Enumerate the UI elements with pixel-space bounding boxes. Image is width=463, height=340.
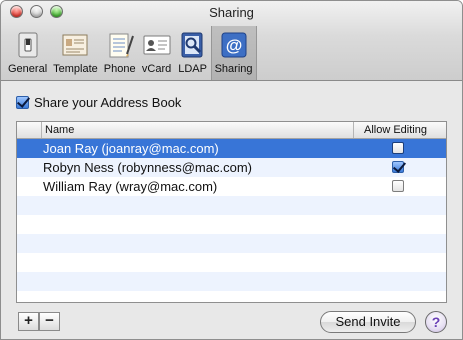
table-row-empty [17, 215, 446, 234]
at-sign-icon: @ [221, 32, 247, 58]
table-row-empty [17, 196, 446, 215]
preferences-toolbar: General Template Phone vCard LDAP @ Shar… [5, 26, 257, 80]
table-row[interactable]: Joan Ray (joanray@mac.com) [17, 139, 446, 158]
help-button[interactable]: ? [425, 311, 447, 333]
add-user-button[interactable]: + [18, 312, 39, 331]
table-row[interactable]: Robyn Ness (robynness@mac.com) [17, 158, 446, 177]
tab-phone-label: Phone [103, 63, 136, 75]
table-row-empty [17, 234, 446, 253]
phone-notepad-icon [109, 33, 134, 58]
column-separator [41, 122, 42, 138]
switch-icon [18, 32, 38, 58]
row-name: Robyn Ness (robynness@mac.com) [43, 160, 252, 175]
table-rows: Joan Ray (joanray@mac.com) Robyn Ness (r… [17, 139, 446, 302]
tab-sharing[interactable]: @ Sharing [210, 26, 257, 80]
column-separator [353, 122, 354, 138]
column-header-name[interactable]: Name [45, 124, 74, 136]
tab-vcard-label: vCard [141, 63, 172, 75]
table-header: Name Allow Editing [17, 122, 446, 139]
row-name: William Ray (wray@mac.com) [43, 179, 218, 194]
tab-general-label: General [8, 63, 48, 75]
tab-phone[interactable]: Phone [101, 26, 139, 80]
tab-template[interactable]: Template [50, 26, 101, 80]
tab-general[interactable]: General [5, 26, 50, 80]
ldap-directory-icon [181, 32, 203, 58]
allow-editing-checkbox[interactable] [392, 180, 404, 192]
share-address-book-checkbox[interactable] [16, 96, 29, 109]
share-address-book-label: Share your Address Book [34, 95, 182, 110]
table-row-empty [17, 272, 446, 291]
sharing-window: Sharing General Template Phone vCard LDA… [0, 0, 463, 340]
table-row-empty [17, 291, 446, 302]
tab-sharing-label: Sharing [214, 63, 253, 75]
sharing-table: Name Allow Editing Joan Ray (joanray@mac… [16, 121, 447, 303]
vcard-icon [143, 35, 171, 55]
tab-ldap-label: LDAP [178, 63, 207, 75]
table-row[interactable]: William Ray (wray@mac.com) [17, 177, 446, 196]
tab-ldap[interactable]: LDAP [175, 26, 211, 80]
tab-template-label: Template [53, 63, 98, 75]
window-title: Sharing [209, 5, 254, 20]
card-template-icon [62, 34, 88, 56]
allow-editing-checkbox[interactable] [392, 161, 404, 173]
svg-text:@: @ [225, 36, 242, 55]
remove-user-button[interactable]: − [39, 312, 60, 331]
row-name: Joan Ray (joanray@mac.com) [43, 141, 219, 156]
window-titlebar-toolbar: Sharing General Template Phone vCard LDA… [1, 1, 462, 81]
allow-editing-checkbox[interactable] [392, 142, 404, 154]
send-invite-button[interactable]: Send Invite [320, 311, 416, 333]
share-address-book-row[interactable]: Share your Address Book [16, 95, 181, 110]
column-header-allow-editing[interactable]: Allow Editing [364, 124, 427, 136]
tab-vcard[interactable]: vCard [139, 26, 175, 80]
table-row-empty [17, 253, 446, 272]
